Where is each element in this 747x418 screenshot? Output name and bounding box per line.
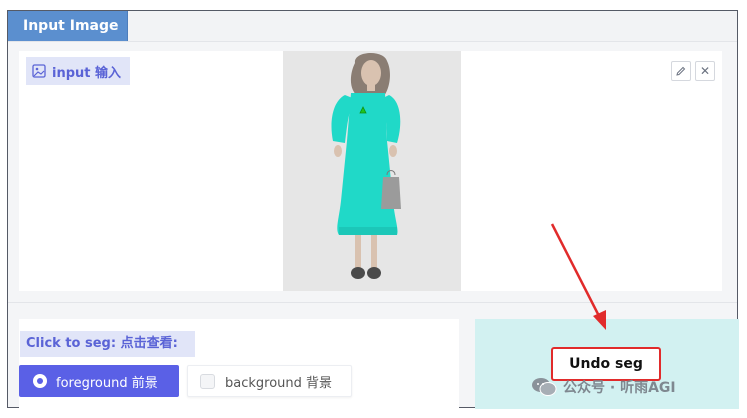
- background-label: background 背景: [225, 375, 333, 391]
- wechat-icon: [532, 378, 557, 396]
- segmented-photo[interactable]: [283, 51, 461, 291]
- pencil-icon: [676, 66, 686, 76]
- segment-controls: Click to seg: 点击查看: foreground 前景 backgr…: [19, 319, 459, 409]
- image-label-text: input 输入: [52, 65, 122, 81]
- foreground-label: foreground 前景: [56, 375, 158, 391]
- close-icon: ✕: [699, 64, 711, 78]
- background-option[interactable]: background 背景: [187, 365, 352, 397]
- image-icon: [32, 64, 46, 78]
- image-panel[interactable]: input 输入 ✕: [19, 51, 722, 291]
- seg-label: Click to seg: 点击查看:: [20, 331, 195, 357]
- foreground-option[interactable]: foreground 前景: [19, 365, 179, 397]
- watermark-text: 公众号 · 听雨AGI: [563, 380, 676, 396]
- tab-input-image[interactable]: Input Image: [8, 11, 128, 41]
- photo-canvas: [283, 51, 461, 291]
- radio-unselected-icon: [200, 373, 215, 389]
- section-divider: [8, 302, 737, 303]
- tab-bar: Input Image: [8, 11, 737, 42]
- close-button[interactable]: ✕: [695, 61, 715, 81]
- watermark: 公众号 · 听雨AGI: [531, 376, 676, 398]
- input-image-component: Input Image input 输入 ✕ Click to seg: 点击查…: [7, 10, 739, 409]
- edit-button[interactable]: [671, 61, 691, 81]
- radio-selected-icon: [33, 374, 47, 388]
- image-label: input 输入: [26, 57, 130, 85]
